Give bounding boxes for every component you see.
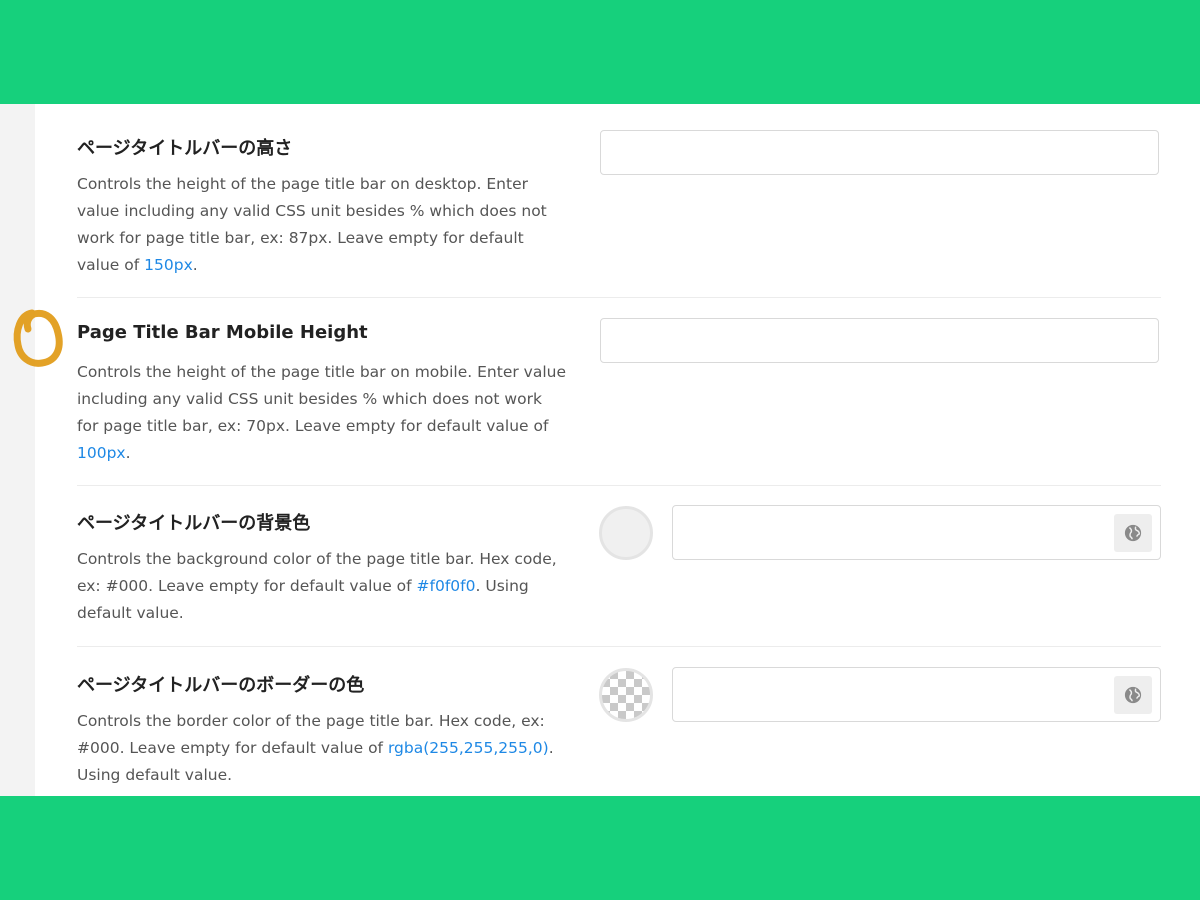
title-bar-height-input[interactable] — [600, 130, 1159, 175]
divider — [77, 485, 1161, 486]
border-color-input[interactable] — [672, 667, 1161, 722]
setting-title: ページタイトルバーの背景色 — [77, 513, 311, 534]
global-option-button[interactable] — [1114, 514, 1152, 552]
annotation-circle — [13, 309, 63, 367]
default-value-link[interactable]: #f0f0f0 — [417, 577, 476, 595]
default-value-link[interactable]: rgba(255,255,255,0) — [388, 739, 549, 757]
setting-title: ページタイトルバーの高さ — [77, 138, 293, 159]
global-option-button[interactable] — [1114, 676, 1152, 714]
default-value-link[interactable]: 100px — [77, 444, 126, 462]
setting-description: Controls the background color of the pag… — [77, 546, 567, 627]
description-tail: . — [125, 444, 131, 462]
settings-panel: ページタイトルバーの高さ Controls the height of the … — [0, 104, 1200, 796]
description-text: Controls the height of the page title ba… — [77, 363, 566, 435]
divider — [77, 646, 1161, 647]
transparent-color-swatch[interactable] — [599, 668, 653, 722]
default-value-link[interactable]: 150px — [144, 256, 193, 274]
description-tail: . — [192, 256, 198, 274]
setting-description: Controls the height of the page title ba… — [77, 171, 567, 279]
left-strip — [0, 104, 35, 796]
color-swatch[interactable] — [599, 506, 653, 560]
setting-title: ページタイトルバーのボーダーの色 — [77, 675, 365, 696]
globe-icon — [1124, 686, 1142, 704]
setting-description: Controls the border color of the page ti… — [77, 708, 567, 789]
divider — [77, 297, 1161, 298]
setting-description: Controls the height of the page title ba… — [77, 359, 567, 467]
title-bar-mobile-height-input[interactable] — [600, 318, 1159, 363]
setting-title: Page Title Bar Mobile Height — [77, 322, 368, 343]
bg-color-input[interactable] — [672, 505, 1161, 560]
globe-icon — [1124, 524, 1142, 542]
